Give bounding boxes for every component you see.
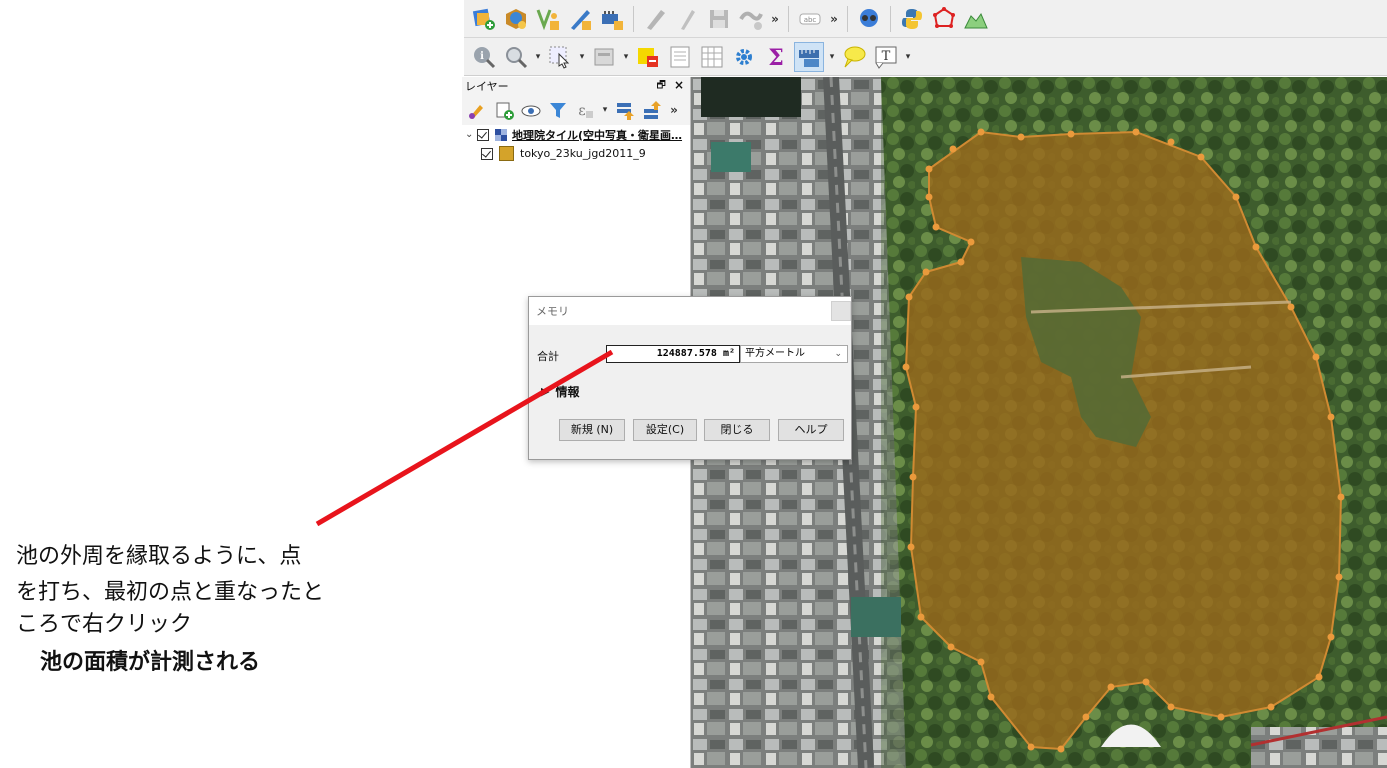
annotation-line-4: 池の面積が計測される	[40, 650, 261, 675]
annotation-line-2: を打ち、最初の点と重なったと	[16, 580, 325, 605]
annotation-line-3: ころで右クリック	[16, 612, 193, 637]
annotation-line-1: 池の外周を縁取るように、点	[16, 544, 302, 569]
